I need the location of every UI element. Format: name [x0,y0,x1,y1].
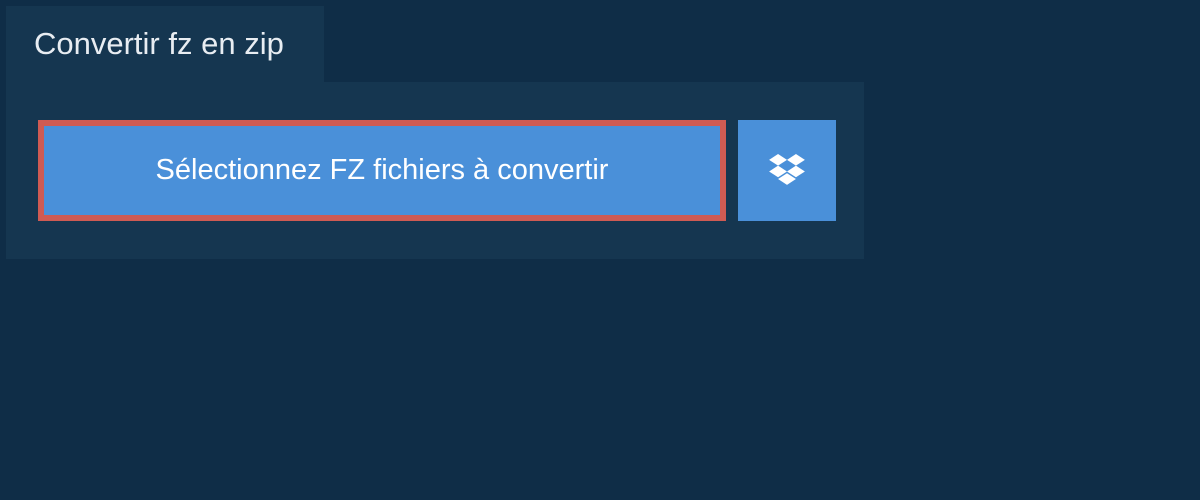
button-row: Sélectionnez FZ fichiers à convertir [38,120,836,221]
dropbox-icon [769,154,805,188]
page-title: Convertir fz en zip [34,26,284,61]
select-files-button[interactable]: Sélectionnez FZ fichiers à convertir [38,120,726,221]
page-title-tab: Convertir fz en zip [6,6,324,82]
action-panel: Sélectionnez FZ fichiers à convertir [6,82,864,259]
select-files-label: Sélectionnez FZ fichiers à convertir [156,154,609,187]
converter-panel: Convertir fz en zip Sélectionnez FZ fich… [0,0,1200,259]
dropbox-button[interactable] [738,120,836,221]
